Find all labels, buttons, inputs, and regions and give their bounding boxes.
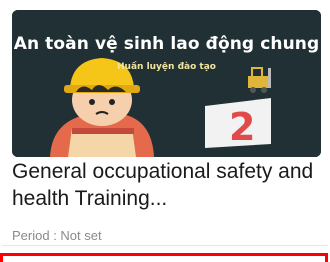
- thumbnail-artwork: 2: [12, 10, 321, 157]
- svg-text:2: 2: [229, 105, 255, 149]
- next-card-highlight[interactable]: [0, 253, 328, 262]
- number-two-sign-icon: 2: [205, 98, 271, 149]
- divider: [2, 245, 328, 246]
- course-thumbnail[interactable]: 2 An toàn vệ sinh lao động chung Huấn lu…: [12, 10, 321, 157]
- thumbnail-title: An toàn vệ sinh lao động chung: [13, 34, 320, 54]
- thumbnail-subtitle: Huấn luyện đào tạo: [117, 62, 216, 72]
- course-title[interactable]: General occupational safety and health T…: [12, 158, 326, 212]
- period-label: Period : Not set: [12, 228, 102, 243]
- course-card[interactable]: 2 An toàn vệ sinh lao động chung Huấn lu…: [2, 0, 328, 262]
